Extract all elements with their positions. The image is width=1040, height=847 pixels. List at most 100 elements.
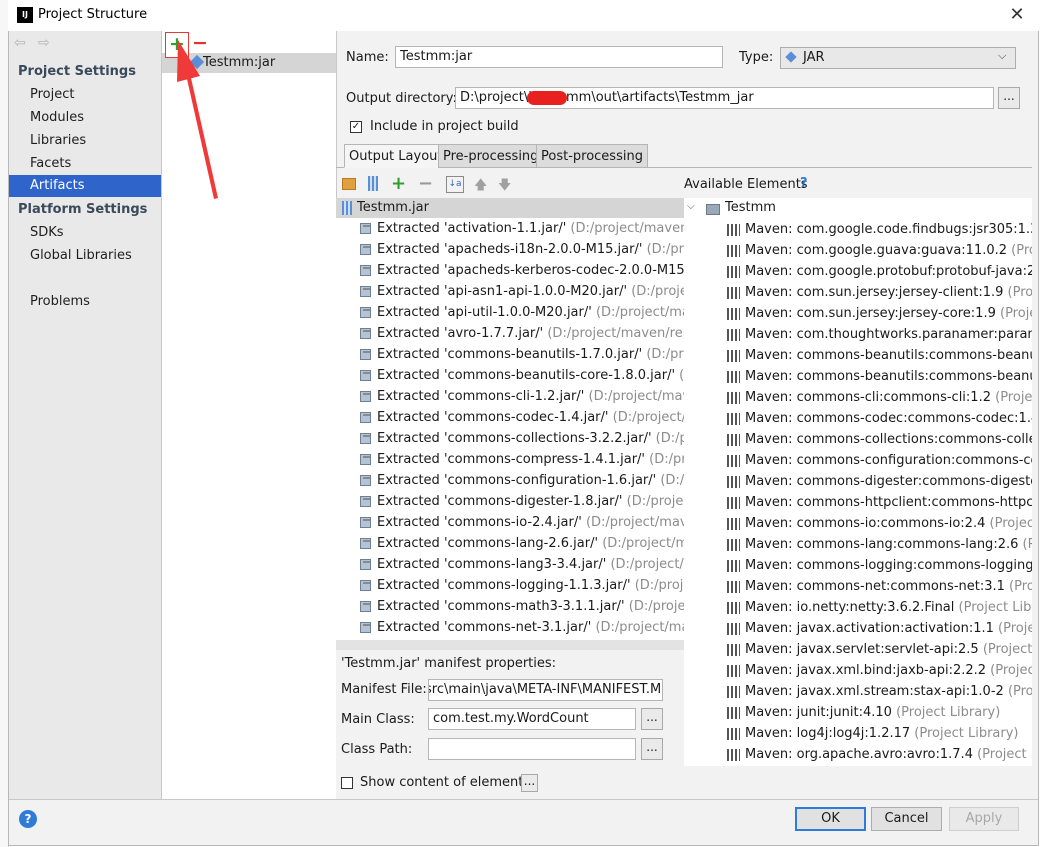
available-item-name: Maven: commons-httpclient:commons-httpcl… (745, 495, 1032, 510)
cancel-button[interactable]: Cancel (871, 807, 942, 831)
layout-list-item[interactable]: Extracted 'api-util-1.0.0-M20.jar/' (D:/… (336, 302, 684, 323)
available-list-item[interactable]: Maven: commons-net:commons-net:3.1 (Proj… (684, 576, 1032, 597)
chevron-down-icon[interactable]: ⌵ (687, 201, 695, 212)
available-list-item[interactable]: Maven: com.google.code.findbugs:jsr305:1… (684, 219, 1032, 240)
library-icon (727, 749, 740, 761)
add-copy-icon[interactable]: + (391, 173, 406, 194)
library-icon (727, 329, 740, 341)
tab-pre-processing[interactable]: Pre-processing (438, 144, 544, 168)
layout-list-item[interactable]: Extracted 'commons-beanutils-core-1.8.0.… (336, 365, 684, 386)
help-button[interactable]: ? (19, 810, 37, 828)
sort-elements-icon[interactable]: ↓a (446, 176, 464, 193)
layout-list-item[interactable]: Extracted 'commons-beanutils-1.7.0.jar/'… (336, 344, 684, 365)
layout-list-item[interactable]: Extracted 'commons-collections-3.2.2.jar… (336, 428, 684, 449)
available-list-item[interactable]: Maven: commons-codec:commons-codec:1.4 (… (684, 408, 1032, 429)
sidebar-item-artifacts[interactable]: Artifacts (9, 175, 161, 197)
available-list-item[interactable]: Maven: commons-digester:commons-digester… (684, 471, 1032, 492)
layout-list-item[interactable]: Extracted 'commons-lang-2.6.jar/' (D:/pr… (336, 533, 684, 554)
layout-list-item[interactable]: Extracted 'commons-net-3.1.jar/' (D:/pro… (336, 617, 684, 638)
move-down-icon[interactable]: 🡇 (498, 176, 511, 198)
available-list-item[interactable]: Maven: commons-logging:commons-logging:1… (684, 555, 1032, 576)
apply-button[interactable]: Apply (949, 807, 1019, 831)
available-list-item[interactable]: Maven: com.sun.jersey:jersey-client:1.9 … (684, 282, 1032, 303)
back-arrow-icon[interactable]: ⇦ (14, 35, 26, 51)
class-path-field[interactable] (428, 738, 636, 760)
available-list-item[interactable]: Maven: com.google.protobuf:protobuf-java… (684, 261, 1032, 282)
ok-button[interactable]: OK (795, 807, 866, 831)
forward-arrow-icon[interactable]: ⇨ (38, 35, 50, 51)
name-label: Name: (346, 50, 389, 65)
library-icon (727, 518, 740, 530)
main-class-field[interactable]: com.test.my.WordCount (428, 708, 636, 730)
available-list-item[interactable]: Maven: junit:junit:4.10 (Project Library… (684, 702, 1032, 723)
available-list-item[interactable]: Maven: io.netty:netty:3.6.2.Final (Proje… (684, 597, 1032, 618)
available-list-item[interactable]: Maven: javax.xml.bind:jaxb-api:2.2.2 (Pr… (684, 660, 1032, 681)
layout-list-item[interactable]: Extracted 'avro-1.7.7.jar/' (D:/project/… (336, 323, 684, 344)
tab-output-layout[interactable]: Output Layout (344, 144, 448, 168)
remove-icon[interactable]: − (418, 173, 433, 194)
available-list-item[interactable]: Maven: commons-cli:commons-cli:1.2 (Proj… (684, 387, 1032, 408)
layout-list-item[interactable]: Extracted 'apacheds-i18n-2.0.0-M15.jar/'… (336, 239, 684, 260)
background-text-fragment (0, 519, 8, 529)
available-list-item[interactable]: Maven: com.google.guava:guava:11.0.2 (Pr… (684, 240, 1032, 261)
layout-list-item[interactable]: Extracted 'commons-digester-1.8.jar/' (D… (336, 491, 684, 512)
available-item-suffix: (Project Libr (989, 516, 1032, 531)
layout-list-item[interactable]: Extracted 'commons-lang3-3.4.jar/' (D:/p… (336, 554, 684, 575)
name-field[interactable]: Testmm:jar (395, 46, 723, 68)
available-list-item[interactable]: Maven: commons-httpclient:commons-httpcl… (684, 492, 1032, 513)
layout-list-item[interactable]: Extracted 'commons-logging-1.1.3.jar/' (… (336, 575, 684, 596)
new-directory-icon[interactable] (342, 178, 356, 190)
show-content-options-button[interactable]: ... (521, 774, 538, 792)
browse-output-directory-button[interactable]: ... (998, 87, 1020, 109)
layout-list-item[interactable]: Extracted 'api-asn1-api-1.0.0-M20.jar/' … (336, 281, 684, 302)
sidebar-item-problems[interactable]: Problems (9, 291, 161, 313)
sidebar-item-libraries[interactable]: Libraries (9, 130, 161, 152)
layout-horizontal-scrollbar[interactable] (336, 640, 684, 650)
available-list-item[interactable]: Maven: commons-collections:commons-colle… (684, 429, 1032, 450)
layout-list-item[interactable]: Extracted 'commons-configuration-1.6.jar… (336, 470, 684, 491)
layout-list-item[interactable]: Extracted 'commons-cli-1.2.jar/' (D:/pro… (336, 386, 684, 407)
extracted-archive-icon (360, 412, 371, 423)
create-archive-icon[interactable] (368, 176, 378, 191)
include-in-build-checkbox[interactable]: ✓ (350, 121, 362, 133)
available-list-item[interactable]: Maven: com.sun.jersey:jersey-core:1.9 (P… (684, 303, 1032, 324)
layout-item-label: Extracted 'commons-io-2.4.jar/' (D:/proj… (377, 512, 684, 533)
available-list-item[interactable]: Maven: commons-configuration:commons-con… (684, 450, 1032, 471)
layout-list-item[interactable]: Extracted 'commons-io-2.4.jar/' (D:/proj… (336, 512, 684, 533)
available-item-suffix: (Project Library) (896, 705, 1001, 720)
available-item-name: Maven: commons-codec:commons-codec:1.4 (745, 411, 1032, 426)
available-list-item[interactable]: Maven: javax.xml.stream:stax-api:1.0-2 (… (684, 681, 1032, 702)
available-list-item[interactable]: Maven: javax.activation:activation:1.1 (… (684, 618, 1032, 639)
available-item-name: Maven: javax.servlet:servlet-api:2.5 (745, 642, 979, 657)
browse-main-class-button[interactable]: ... (641, 708, 663, 730)
sidebar-item-project[interactable]: Project (9, 84, 161, 106)
available-list-item[interactable]: Maven: commons-io:commons-io:2.4 (Projec… (684, 513, 1032, 534)
tab-post-processing[interactable]: Post-processing (536, 144, 648, 168)
sidebar-item-facets[interactable]: Facets (9, 153, 161, 175)
layout-list-item[interactable]: Extracted 'apacheds-kerberos-codec-2.0.0… (336, 260, 684, 281)
available-list-item[interactable]: Maven: com.thoughtworks.paranamer:parana… (684, 324, 1032, 345)
layout-list-item[interactable]: Extracted 'commons-compress-1.4.1.jar/' … (336, 449, 684, 470)
sidebar-item-modules[interactable]: Modules (9, 107, 161, 129)
layout-item-label: Extracted 'apacheds-kerberos-codec-2.0.0… (377, 260, 684, 281)
move-up-icon[interactable]: 🡅 (474, 176, 487, 198)
browse-class-path-button[interactable]: ... (641, 738, 663, 760)
sidebar-item-global-libraries[interactable]: Global Libraries (9, 245, 161, 267)
available-list-item[interactable]: Maven: org.apache.avro:avro:1.7.4 (Proje… (684, 744, 1032, 765)
help-icon[interactable]: ? (800, 176, 808, 191)
layout-list-item[interactable]: Extracted 'commons-codec-1.4.jar/' (D:/p… (336, 407, 684, 428)
background-text-fragment (0, 414, 8, 424)
layout-list-item[interactable]: Extracted 'activation-1.1.jar/' (D:/proj… (336, 218, 684, 239)
available-list-item[interactable]: Maven: log4j:log4j:1.2.17 (Project Libra… (684, 723, 1032, 744)
manifest-file-field[interactable]: src\main\java\META-INF\MANIFEST.MF (428, 679, 663, 701)
layout-list-item[interactable]: Extracted 'commons-math3-3.1.1.jar/' (D:… (336, 596, 684, 617)
available-list-item[interactable]: Maven: javax.servlet:servlet-api:2.5 (Pr… (684, 639, 1032, 660)
available-list-item[interactable]: Maven: commons-lang:commons-lang:2.6 (Pr… (684, 534, 1032, 555)
available-item-suffix: (Project Lib (1007, 285, 1032, 300)
sidebar-item-sdks[interactable]: SDKs (9, 222, 161, 244)
show-content-checkbox[interactable] (341, 777, 353, 789)
available-list-item[interactable]: Maven: commons-beanutils:commons-beanuti… (684, 366, 1032, 387)
available-list-item[interactable]: Maven: commons-beanutils:commons-beanuti… (684, 345, 1032, 366)
available-item-name: Maven: commons-configuration:commons-con… (745, 453, 1032, 468)
close-button[interactable]: ✕ (1005, 4, 1029, 26)
